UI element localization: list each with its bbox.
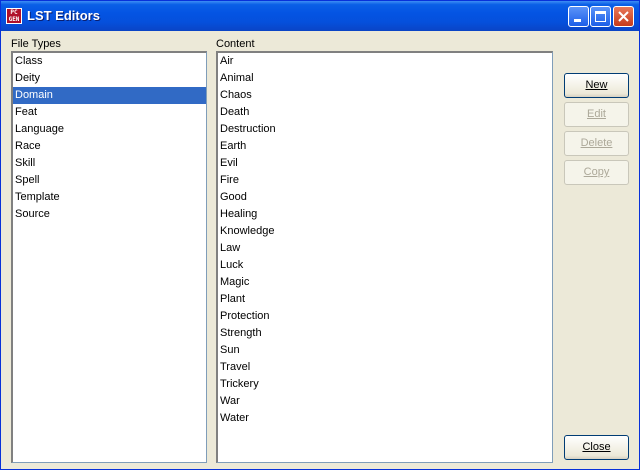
copy-button-label: Copy — [583, 166, 610, 178]
content-item[interactable]: Luck — [218, 257, 552, 274]
file-type-item[interactable]: Skill — [13, 155, 206, 172]
title-bar[interactable]: PC GEN LST Editors — [1, 1, 639, 31]
minimize-button[interactable] — [568, 6, 589, 27]
content-item[interactable]: Air — [218, 53, 552, 70]
content-list[interactable]: Air Animal Chaos Death Destruction Earth Evil F… — [216, 51, 553, 463]
content-item[interactable]: Travel — [218, 359, 552, 376]
file-type-item[interactable]: Domain — [13, 87, 206, 104]
content-item[interactable]: Sun — [218, 342, 552, 359]
lst-editors-window: PC GEN LST Editors File Types Content Cl… — [0, 0, 640, 470]
content-item[interactable]: Plant — [218, 291, 552, 308]
content-item[interactable]: Chaos — [218, 87, 552, 104]
content-item[interactable]: Healing — [218, 206, 552, 223]
file-type-item[interactable]: Race — [13, 138, 206, 155]
content-item[interactable]: Magic — [218, 274, 552, 291]
minimize-icon — [574, 19, 581, 22]
pcgen-app-icon[interactable]: PC GEN — [6, 8, 22, 24]
content-item[interactable]: Fire — [218, 172, 552, 189]
content-item[interactable]: Knowledge — [218, 223, 552, 240]
content-item[interactable]: Strength — [218, 325, 552, 342]
file-type-item[interactable]: Class — [13, 53, 206, 70]
content-item[interactable]: Evil — [218, 155, 552, 172]
delete-button[interactable]: Delete — [564, 131, 629, 156]
close-button-label: Close — [582, 441, 611, 453]
file-type-item[interactable]: Language — [13, 121, 206, 138]
close-icon — [618, 11, 629, 22]
content-item[interactable]: Trickery — [218, 376, 552, 393]
close-button[interactable]: Close — [564, 435, 629, 460]
content-item[interactable]: Destruction — [218, 121, 552, 138]
file-type-item[interactable]: Source — [13, 206, 206, 223]
file-type-item[interactable]: Feat — [13, 104, 206, 121]
file-types-list[interactable]: Class Deity Domain Feat Language Race Skill Spe… — [11, 51, 207, 463]
maximize-button[interactable] — [590, 6, 611, 27]
edit-button[interactable]: Edit — [564, 102, 629, 127]
file-type-item[interactable]: Deity — [13, 70, 206, 87]
new-button-label: New — [585, 79, 608, 91]
content-item[interactable]: Good — [218, 189, 552, 206]
file-types-label: File Types — [11, 38, 61, 50]
file-type-item[interactable]: Spell — [13, 172, 206, 189]
copy-button[interactable]: Copy — [564, 160, 629, 185]
maximize-icon — [595, 11, 606, 22]
content-item[interactable]: Law — [218, 240, 552, 257]
edit-button-label: Edit — [587, 108, 606, 120]
delete-button-label: Delete — [580, 137, 613, 149]
content-item[interactable]: Protection — [218, 308, 552, 325]
window-title: LST Editors — [27, 8, 100, 23]
content-item[interactable]: Earth — [218, 138, 552, 155]
content-item[interactable]: Death — [218, 104, 552, 121]
content-item[interactable]: War — [218, 393, 552, 410]
content-item[interactable]: Water — [218, 410, 552, 427]
new-button[interactable]: New — [564, 73, 629, 98]
content-item[interactable]: Animal — [218, 70, 552, 87]
content-label: Content — [216, 38, 255, 50]
file-type-item[interactable]: Template — [13, 189, 206, 206]
close-window-button[interactable] — [613, 6, 634, 27]
